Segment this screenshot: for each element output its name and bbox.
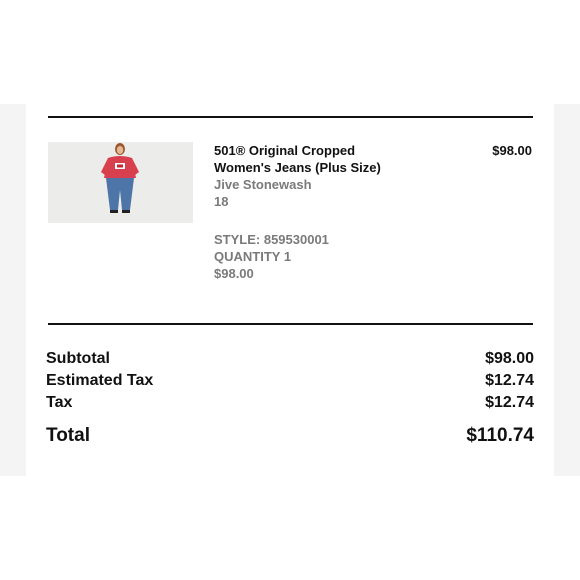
item-meta: STYLE: 859530001 QUANTITY 1 $98.00 xyxy=(214,231,414,282)
total-row: Total $110.74 xyxy=(46,425,534,447)
estimated-tax-value: $12.74 xyxy=(485,372,534,389)
tax-value: $12.74 xyxy=(485,394,534,411)
right-edge-band xyxy=(554,104,580,476)
order-totals: Subtotal $98.00 Estimated Tax $12.74 Tax… xyxy=(46,348,534,447)
total-value: $110.74 xyxy=(466,425,534,446)
item-details: 501® Original Cropped Women's Jeans (Plu… xyxy=(214,142,414,282)
product-photo-image xyxy=(48,142,193,223)
item-style: STYLE: 859530001 xyxy=(214,232,329,247)
item-unit-price: $98.00 xyxy=(214,266,254,281)
subtotal-label: Subtotal xyxy=(46,350,110,367)
tax-label: Tax xyxy=(46,394,73,411)
order-summary-card: 501® Original Cropped Women's Jeans (Plu… xyxy=(26,104,554,476)
item-color: Jive Stonewash xyxy=(214,177,312,192)
item-quantity: QUANTITY 1 xyxy=(214,249,292,264)
estimated-tax-row: Estimated Tax $12.74 xyxy=(46,370,534,392)
estimated-tax-label: Estimated Tax xyxy=(46,372,154,389)
product-thumbnail[interactable] xyxy=(48,142,193,223)
item-line-price: $98.00 xyxy=(492,143,532,158)
left-edge-band xyxy=(0,104,26,476)
middle-divider xyxy=(48,323,533,325)
item-name[interactable]: 501® Original Cropped Women's Jeans (Plu… xyxy=(214,142,414,176)
top-divider xyxy=(48,116,533,118)
subtotal-row: Subtotal $98.00 xyxy=(46,348,534,370)
item-size: 18 xyxy=(214,194,229,209)
tax-row: Tax $12.74 xyxy=(46,392,534,414)
total-label: Total xyxy=(46,425,90,446)
subtotal-value: $98.00 xyxy=(485,350,534,367)
